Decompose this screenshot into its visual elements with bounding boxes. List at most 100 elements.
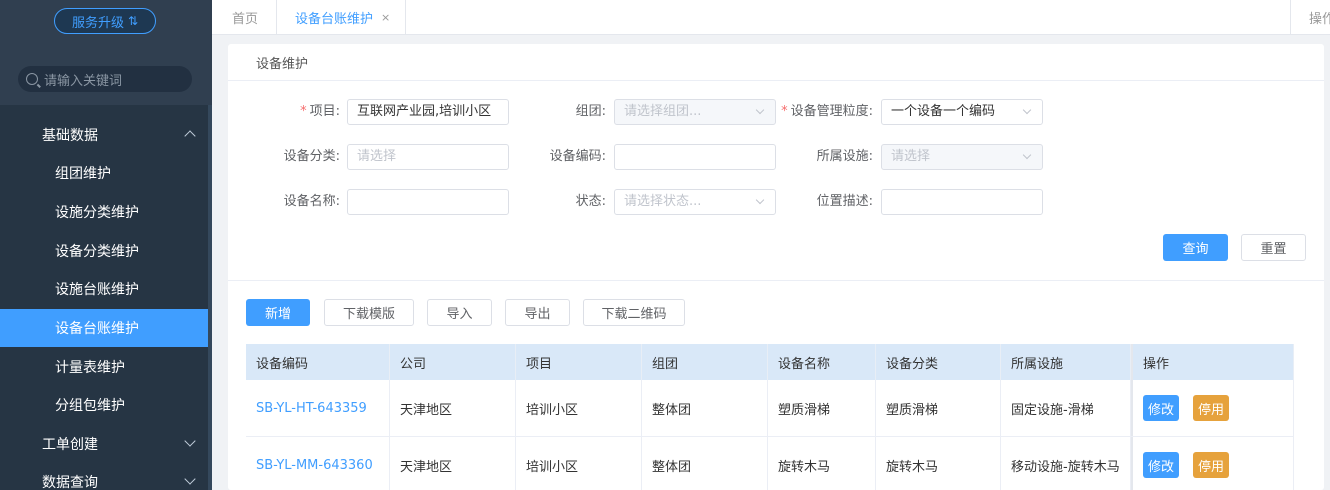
tab-operations-button[interactable]: 操作 — [1290, 0, 1330, 35]
group-label: 组团: — [575, 104, 606, 119]
sidebar-item-device-category[interactable]: 设备分类维护 — [0, 231, 208, 270]
cell-project: 培训小区 — [516, 437, 642, 490]
export-button[interactable]: 导出 — [505, 299, 570, 326]
download-qr-button[interactable]: 下载二维码 — [583, 299, 685, 326]
category-field[interactable]: 请选择 — [347, 144, 509, 170]
device-code-link[interactable]: SB-YL-MM-643360 — [246, 437, 390, 490]
cell-company: 天津地区 — [390, 380, 516, 436]
project-field[interactable]: 互联网产业园,培训小区 — [347, 99, 509, 125]
cell-actions: 修改 停用 — [1131, 380, 1294, 436]
code-field[interactable] — [614, 144, 776, 170]
sidebar-group-data-query[interactable]: 数据查询 — [0, 463, 208, 490]
add-button[interactable]: 新增 — [246, 299, 310, 326]
column-header-category: 设备分类 — [876, 344, 1001, 380]
column-header-facility: 所属设施 — [1001, 344, 1131, 380]
location-label: 位置描述: — [816, 194, 873, 209]
facility-select[interactable]: 请选择 — [881, 144, 1043, 170]
disable-button[interactable]: 停用 — [1193, 395, 1229, 421]
sidebar-scrollbar[interactable] — [208, 105, 212, 490]
sidebar-item-label: 设施分类维护 — [55, 205, 139, 222]
main-card: 设备维护 * 项目: 互联网产业园,培训小区 组团: 请选择组团... * 设备管理… — [228, 44, 1324, 490]
column-header-project: 项目 — [516, 344, 642, 380]
cell-company: 天津地区 — [390, 437, 516, 490]
granularity-select[interactable]: 一个设备一个编码 — [881, 99, 1043, 125]
sort-icon: ⇅ — [127, 14, 139, 28]
column-header-company: 公司 — [390, 344, 516, 380]
tab-device-ledger[interactable]: 设备台账维护 × — [276, 0, 406, 35]
sidebar-item-label: 设备台账维护 — [55, 321, 139, 338]
group-select[interactable]: 请选择组团... — [614, 99, 776, 125]
sidebar-item-label: 计量表维护 — [55, 359, 125, 376]
cell-facility: 固定设施-滑梯 — [1001, 380, 1131, 436]
column-header-name: 设备名称 — [768, 344, 876, 380]
sidebar-group-work-order[interactable]: 工单创建 — [0, 425, 208, 463]
tab-active-label: 设备台账维护 — [295, 12, 374, 27]
chevron-down-icon — [755, 195, 765, 205]
cell-project: 培训小区 — [516, 380, 642, 436]
sidebar-item-group-maintenance[interactable]: 组团维护 — [0, 154, 208, 193]
project-label: * 项目: — [268, 99, 340, 125]
card-title: 设备维护 — [228, 44, 1324, 81]
query-button[interactable]: 查询 — [1163, 234, 1228, 261]
menu-search-input[interactable]: 请输入关键词 — [18, 66, 192, 92]
sidebar-group-label: 工单创建 — [42, 436, 98, 453]
project-label-text: 项目: — [309, 104, 340, 119]
cell-name: 旋转木马 — [768, 437, 876, 490]
close-icon[interactable]: × — [381, 11, 390, 24]
chevron-down-icon — [184, 435, 196, 447]
sidebar-group-basic-data[interactable]: 基础数据 — [0, 116, 208, 154]
sidebar-menu: 基础数据 组团维护 设施分类维护 设备分类维护 设施台账维护 设备台账维护 计量… — [0, 117, 208, 490]
sidebar-group-label: 数据查询 — [42, 474, 98, 490]
column-header-group: 组团 — [642, 344, 768, 380]
group-select-placeholder: 请选择组团... — [624, 104, 702, 119]
table-header: 设备编码 公司 项目 组团 设备名称 设备分类 所属设施 操作 — [246, 344, 1294, 380]
cell-group: 整体团 — [642, 437, 768, 490]
import-button[interactable]: 导入 — [427, 299, 492, 326]
sidebar-item-device-ledger[interactable]: 设备台账维护 — [0, 308, 208, 348]
tab-home[interactable]: 首页 — [232, 0, 258, 35]
granularity-label: * 设备管理粒度: — [776, 99, 873, 125]
status-label: 状态: — [575, 194, 606, 209]
table-row: SB-YL-HT-643359 天津地区 培训小区 整体团 塑质滑梯 塑质滑梯 … — [246, 380, 1294, 437]
menu-search-placeholder: 请输入关键词 — [44, 73, 123, 89]
sidebar-item-label: 组团维护 — [55, 166, 111, 183]
column-header-code: 设备编码 — [246, 344, 390, 380]
tab-bar: 首页 设备台账维护 × 操作 — [212, 0, 1330, 35]
tab-operations-label: 操作 — [1309, 12, 1330, 27]
sidebar-item-label: 设备分类维护 — [55, 243, 139, 260]
sidebar-header: 服务升级 ⇅ 请输入关键词 — [0, 0, 212, 105]
service-upgrade-button[interactable]: 服务升级 ⇅ — [54, 8, 156, 34]
sidebar-item-label: 分组包维护 — [55, 398, 125, 415]
sidebar-item-meter[interactable]: 计量表维护 — [0, 347, 208, 386]
chevron-down-icon — [1022, 150, 1032, 160]
required-mark: * — [300, 104, 307, 119]
granularity-label-text: 设备管理粒度: — [790, 104, 873, 119]
sidebar-item-facility-category[interactable]: 设施分类维护 — [0, 193, 208, 232]
name-label: 设备名称: — [283, 194, 340, 209]
disable-button[interactable]: 停用 — [1193, 452, 1229, 478]
status-select-placeholder: 请选择状态... — [624, 194, 702, 209]
sidebar-item-facility-ledger[interactable]: 设施台账维护 — [0, 270, 208, 309]
edit-button[interactable]: 修改 — [1143, 452, 1179, 478]
download-template-button[interactable]: 下载模版 — [324, 299, 414, 326]
cell-category: 塑质滑梯 — [876, 380, 1001, 436]
search-icon — [26, 73, 38, 85]
sidebar-item-group-package[interactable]: 分组包维护 — [0, 386, 208, 425]
chevron-down-icon — [1022, 105, 1032, 115]
service-upgrade-label: 服务升级 — [71, 15, 124, 31]
location-field[interactable] — [881, 189, 1043, 215]
name-field[interactable] — [347, 189, 509, 215]
sidebar-group-label: 基础数据 — [42, 128, 98, 144]
divider — [228, 280, 1324, 281]
card-title-text: 设备维护 — [256, 56, 309, 72]
chevron-up-icon — [184, 130, 196, 142]
required-mark: * — [781, 104, 788, 119]
edit-button[interactable]: 修改 — [1143, 395, 1179, 421]
device-code-link[interactable]: SB-YL-HT-643359 — [246, 380, 390, 436]
granularity-select-value: 一个设备一个编码 — [891, 104, 996, 119]
status-select[interactable]: 请选择状态... — [614, 189, 776, 215]
column-header-actions: 操作 — [1131, 344, 1294, 380]
facility-label: 所属设施: — [816, 149, 873, 164]
reset-button[interactable]: 重置 — [1241, 234, 1306, 261]
chevron-down-icon — [184, 473, 196, 485]
